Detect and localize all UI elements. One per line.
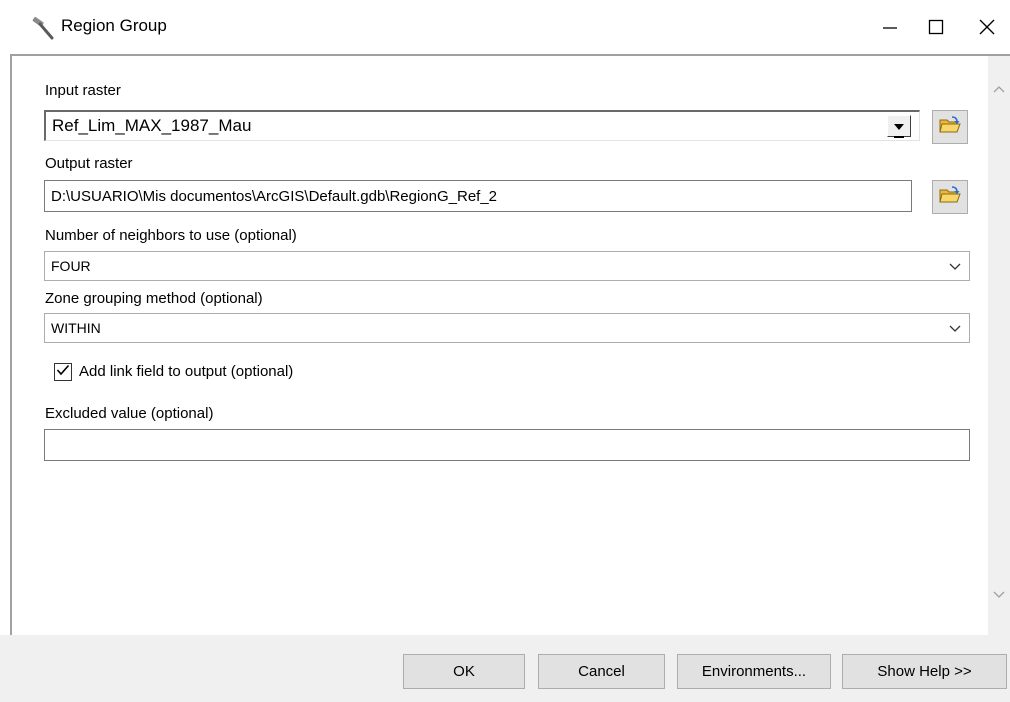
zone-grouping-value: WITHIN: [51, 320, 101, 336]
open-folder-icon: [939, 115, 961, 140]
minimize-button[interactable]: [867, 0, 913, 54]
chevron-down-icon: [993, 586, 1005, 604]
title-bar: Region Group: [0, 0, 1010, 54]
maximize-icon: [928, 19, 944, 35]
scroll-down-button[interactable]: [988, 584, 1010, 606]
vertical-scrollbar[interactable]: [988, 56, 1010, 635]
zone-grouping-select[interactable]: WITHIN: [44, 313, 970, 343]
minimize-icon: [882, 19, 898, 35]
input-raster-combo[interactable]: Ref_Lim_MAX_1987_Mau: [44, 110, 920, 141]
add-link-checkbox[interactable]: [54, 363, 72, 381]
input-raster-dropdown-button[interactable]: [887, 115, 911, 138]
output-raster-input[interactable]: D:\USUARIO\Mis documentos\ArcGIS\Default…: [44, 180, 912, 212]
window-title: Region Group: [61, 16, 167, 35]
chevron-down-icon: [949, 320, 961, 336]
hammer-icon: [30, 14, 56, 40]
chevron-down-icon: [949, 258, 961, 274]
show-help-button[interactable]: Show Help >>: [842, 654, 1007, 689]
zone-grouping-label: Zone grouping method (optional): [45, 290, 263, 307]
input-raster-browse-button[interactable]: [932, 110, 968, 144]
close-button[interactable]: [964, 0, 1010, 54]
maximize-button[interactable]: [913, 0, 959, 54]
ok-button[interactable]: OK: [403, 654, 525, 689]
output-raster-value: D:\USUARIO\Mis documentos\ArcGIS\Default…: [51, 187, 498, 205]
dropdown-arrow-icon: [894, 115, 904, 138]
input-raster-value: Ref_Lim_MAX_1987_Mau: [52, 116, 252, 135]
scroll-up-button[interactable]: [988, 78, 1010, 100]
close-icon: [979, 19, 995, 35]
output-raster-label: Output raster: [45, 155, 133, 172]
excluded-value-input[interactable]: [44, 429, 970, 461]
neighbors-label: Number of neighbors to use (optional): [45, 227, 297, 244]
add-link-label: Add link field to output (optional): [79, 363, 294, 380]
excluded-value-label: Excluded value (optional): [45, 405, 214, 422]
input-raster-label: Input raster: [45, 82, 121, 99]
output-raster-browse-button[interactable]: [932, 180, 968, 214]
environments-button[interactable]: Environments...: [677, 654, 831, 689]
checkmark-icon: [56, 363, 70, 381]
cancel-button[interactable]: Cancel: [538, 654, 665, 689]
chevron-up-icon: [993, 80, 1005, 98]
neighbors-select[interactable]: FOUR: [44, 251, 970, 281]
neighbors-value: FOUR: [51, 258, 91, 274]
parameters-panel: [12, 56, 988, 635]
open-folder-icon: [939, 185, 961, 210]
